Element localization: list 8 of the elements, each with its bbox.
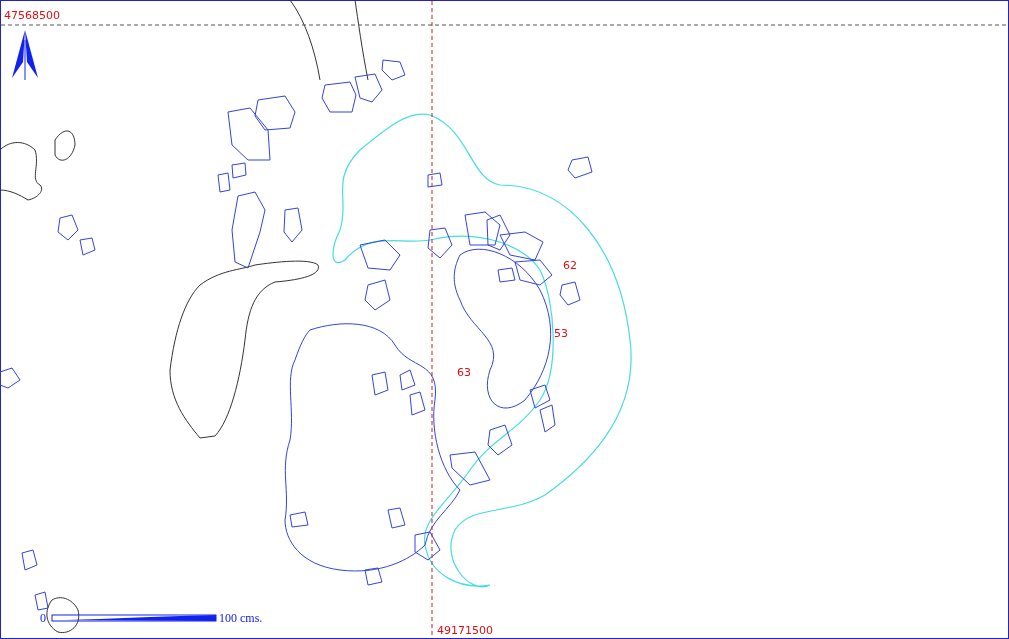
scale-start-label: 0 [40, 612, 46, 625]
unit-number: 63 [457, 367, 471, 379]
north-arrow-icon [12, 30, 38, 81]
unit-number: 62 [563, 260, 577, 272]
easting-label: 49171500 [437, 625, 493, 637]
northing-label: 47568500 [4, 10, 60, 22]
unit-number: 53 [554, 328, 568, 340]
scale-end-label: 100 cms. [219, 612, 263, 625]
